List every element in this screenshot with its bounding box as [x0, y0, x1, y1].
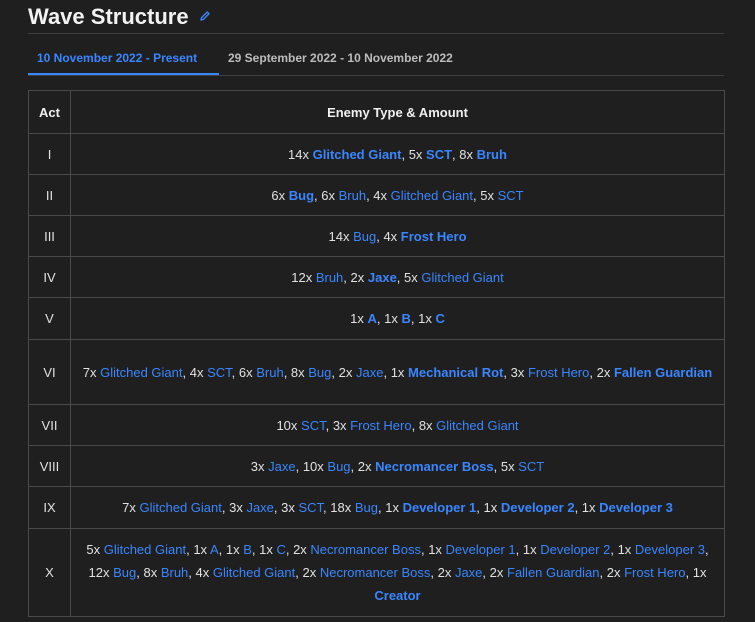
enemy-link[interactable]: Fallen Guardian	[614, 365, 712, 380]
enemy-link[interactable]: Bug	[308, 365, 331, 380]
enemy-cell: 7x Glitched Giant, 4x SCT, 6x Bruh, 8x B…	[70, 339, 725, 405]
act-cell: VIII	[28, 445, 71, 487]
enemy-link[interactable]: Jaxe	[246, 500, 273, 515]
enemy-link[interactable]: Jaxe	[368, 270, 397, 285]
enemy-link[interactable]: Developer 1	[403, 500, 477, 515]
enemy-link[interactable]: Frost Hero	[624, 565, 685, 580]
enemy-link[interactable]: Jaxe	[268, 459, 295, 474]
page-title: Wave Structure	[28, 4, 189, 29]
table-row: II 6x Bug, 6x Bruh, 4x Glitched Giant, 5x…	[28, 174, 725, 216]
enemy-link[interactable]: B	[401, 311, 410, 326]
enemy-link[interactable]: Bug	[353, 229, 376, 244]
wave-table-body: I 14x Glitched Giant, 5x SCT, 8x Bruh II 6x…	[28, 133, 725, 617]
enemy-link[interactable]: Bruh	[161, 565, 188, 580]
act-cell: I	[28, 133, 71, 175]
enemy-link[interactable]: SCT	[207, 365, 232, 380]
enemy-link[interactable]: Developer 1	[446, 542, 516, 557]
enemy-link[interactable]: Glitched Giant	[391, 188, 473, 203]
enemy-link[interactable]: Glitched Giant	[436, 418, 518, 433]
enemy-link[interactable]: Glitched Giant	[421, 270, 503, 285]
enemy-cell: 1x A, 1x B, 1x C	[70, 297, 725, 340]
enemy-link[interactable]: Bruh	[256, 365, 283, 380]
enemy-link[interactable]: Glitched Giant	[100, 365, 182, 380]
enemy-link[interactable]: A	[210, 542, 219, 557]
enemy-link[interactable]: Necromancer Boss	[310, 542, 421, 557]
enemy-link[interactable]: Developer 3	[635, 542, 705, 557]
table-row: III 14x Bug, 4x Frost Hero	[28, 215, 725, 257]
table-row: VII 10x SCT, 3x Frost Hero, 8x Glitched G…	[28, 404, 725, 446]
enemy-cell: 14x Bug, 4x Frost Hero	[70, 215, 725, 257]
wave-table: Act Enemy Type & Amount I 14x Glitched Gi…	[28, 90, 725, 617]
enemy-link[interactable]: Frost Hero	[350, 418, 411, 433]
act-cell: IX	[28, 486, 71, 529]
act-cell: VI	[28, 339, 71, 405]
enemy-link[interactable]: Bug	[327, 459, 350, 474]
enemy-link[interactable]: B	[243, 542, 252, 557]
enemy-link[interactable]: SCT	[301, 418, 326, 433]
enemy-column-header: Enemy Type & Amount	[70, 90, 725, 134]
pencil-icon[interactable]	[199, 9, 211, 27]
enemy-link[interactable]: Bruh	[477, 147, 507, 162]
enemy-link[interactable]: C	[435, 311, 444, 326]
act-cell: V	[28, 297, 71, 340]
act-cell: X	[28, 528, 71, 617]
enemy-cell: 3x Jaxe, 10x Bug, 2x Necromancer Boss, 5…	[70, 445, 725, 487]
enemy-link[interactable]: Glitched Giant	[313, 147, 402, 162]
enemy-link[interactable]: Developer 2	[501, 500, 575, 515]
wave-structure-section: Wave Structure 10 November 2022 - Presen…	[0, 0, 755, 622]
enemy-link[interactable]: Jaxe	[356, 365, 383, 380]
table-row: V 1x A, 1x B, 1x C	[28, 297, 725, 340]
enemy-link[interactable]: Bug	[113, 565, 136, 580]
enemy-link[interactable]: Necromancer Boss	[375, 459, 494, 474]
act-cell: VII	[28, 404, 71, 446]
table-row: IV 12x Bruh, 2x Jaxe, 5x Glitched Giant	[28, 256, 725, 298]
section-heading: Wave Structure	[28, 4, 724, 34]
enemy-cell: 14x Glitched Giant, 5x SCT, 8x Bruh	[70, 133, 725, 175]
enemy-link[interactable]: SCT	[426, 147, 452, 162]
enemy-link[interactable]: Glitched Giant	[139, 500, 221, 515]
enemy-link[interactable]: SCT	[298, 500, 323, 515]
enemy-cell: 6x Bug, 6x Bruh, 4x Glitched Giant, 5x S…	[70, 174, 725, 216]
enemy-cell: 12x Bruh, 2x Jaxe, 5x Glitched Giant	[70, 256, 725, 298]
enemy-cell: 10x SCT, 3x Frost Hero, 8x Glitched Gian…	[70, 404, 725, 446]
enemy-link[interactable]: Creator	[374, 588, 420, 603]
enemy-link[interactable]: Bug	[289, 188, 314, 203]
enemy-link[interactable]: Bruh	[339, 188, 366, 203]
enemy-link[interactable]: Necromancer Boss	[320, 565, 431, 580]
enemy-link[interactable]: Glitched Giant	[213, 565, 295, 580]
enemy-link[interactable]: Glitched Giant	[104, 542, 186, 557]
table-row: I 14x Glitched Giant, 5x SCT, 8x Bruh	[28, 133, 725, 175]
table-row: X 5x Glitched Giant, 1x A, 1x B, 1x C, 2x…	[28, 528, 725, 617]
enemy-link[interactable]: Developer 2	[540, 542, 610, 557]
date-tabs: 10 November 2022 - Present 29 September …	[28, 44, 724, 76]
enemy-link[interactable]: Fallen Guardian	[507, 565, 600, 580]
act-column-header: Act	[28, 90, 71, 134]
enemy-link[interactable]: Bug	[355, 500, 378, 515]
act-cell: III	[28, 215, 71, 257]
table-row: IX 7x Glitched Giant, 3x Jaxe, 3x SCT, 18…	[28, 486, 725, 529]
enemy-link[interactable]: Frost Hero	[401, 229, 467, 244]
enemy-cell: 7x Glitched Giant, 3x Jaxe, 3x SCT, 18x …	[70, 486, 725, 529]
enemy-link[interactable]: Bruh	[316, 270, 343, 285]
table-row: VI 7x Glitched Giant, 4x SCT, 6x Bruh, 8x…	[28, 339, 725, 405]
enemy-link[interactable]: Developer 3	[599, 500, 673, 515]
act-cell: II	[28, 174, 71, 216]
enemy-link[interactable]: SCT	[498, 188, 524, 203]
act-cell: IV	[28, 256, 71, 298]
enemy-link[interactable]: Frost Hero	[528, 365, 589, 380]
table-header-row: Act Enemy Type & Amount	[28, 90, 725, 134]
tab-current[interactable]: 10 November 2022 - Present	[28, 44, 219, 75]
enemy-link[interactable]: Mechanical Rot	[408, 365, 503, 380]
enemy-link[interactable]: A	[368, 311, 377, 326]
enemy-link[interactable]: Jaxe	[455, 565, 482, 580]
enemy-link[interactable]: SCT	[518, 459, 544, 474]
table-row: VIII 3x Jaxe, 10x Bug, 2x Necromancer Bos…	[28, 445, 725, 487]
tab-previous[interactable]: 29 September 2022 - 10 November 2022	[219, 44, 481, 75]
enemy-link[interactable]: C	[276, 542, 285, 557]
enemy-cell: 5x Glitched Giant, 1x A, 1x B, 1x C, 2x …	[70, 528, 725, 617]
